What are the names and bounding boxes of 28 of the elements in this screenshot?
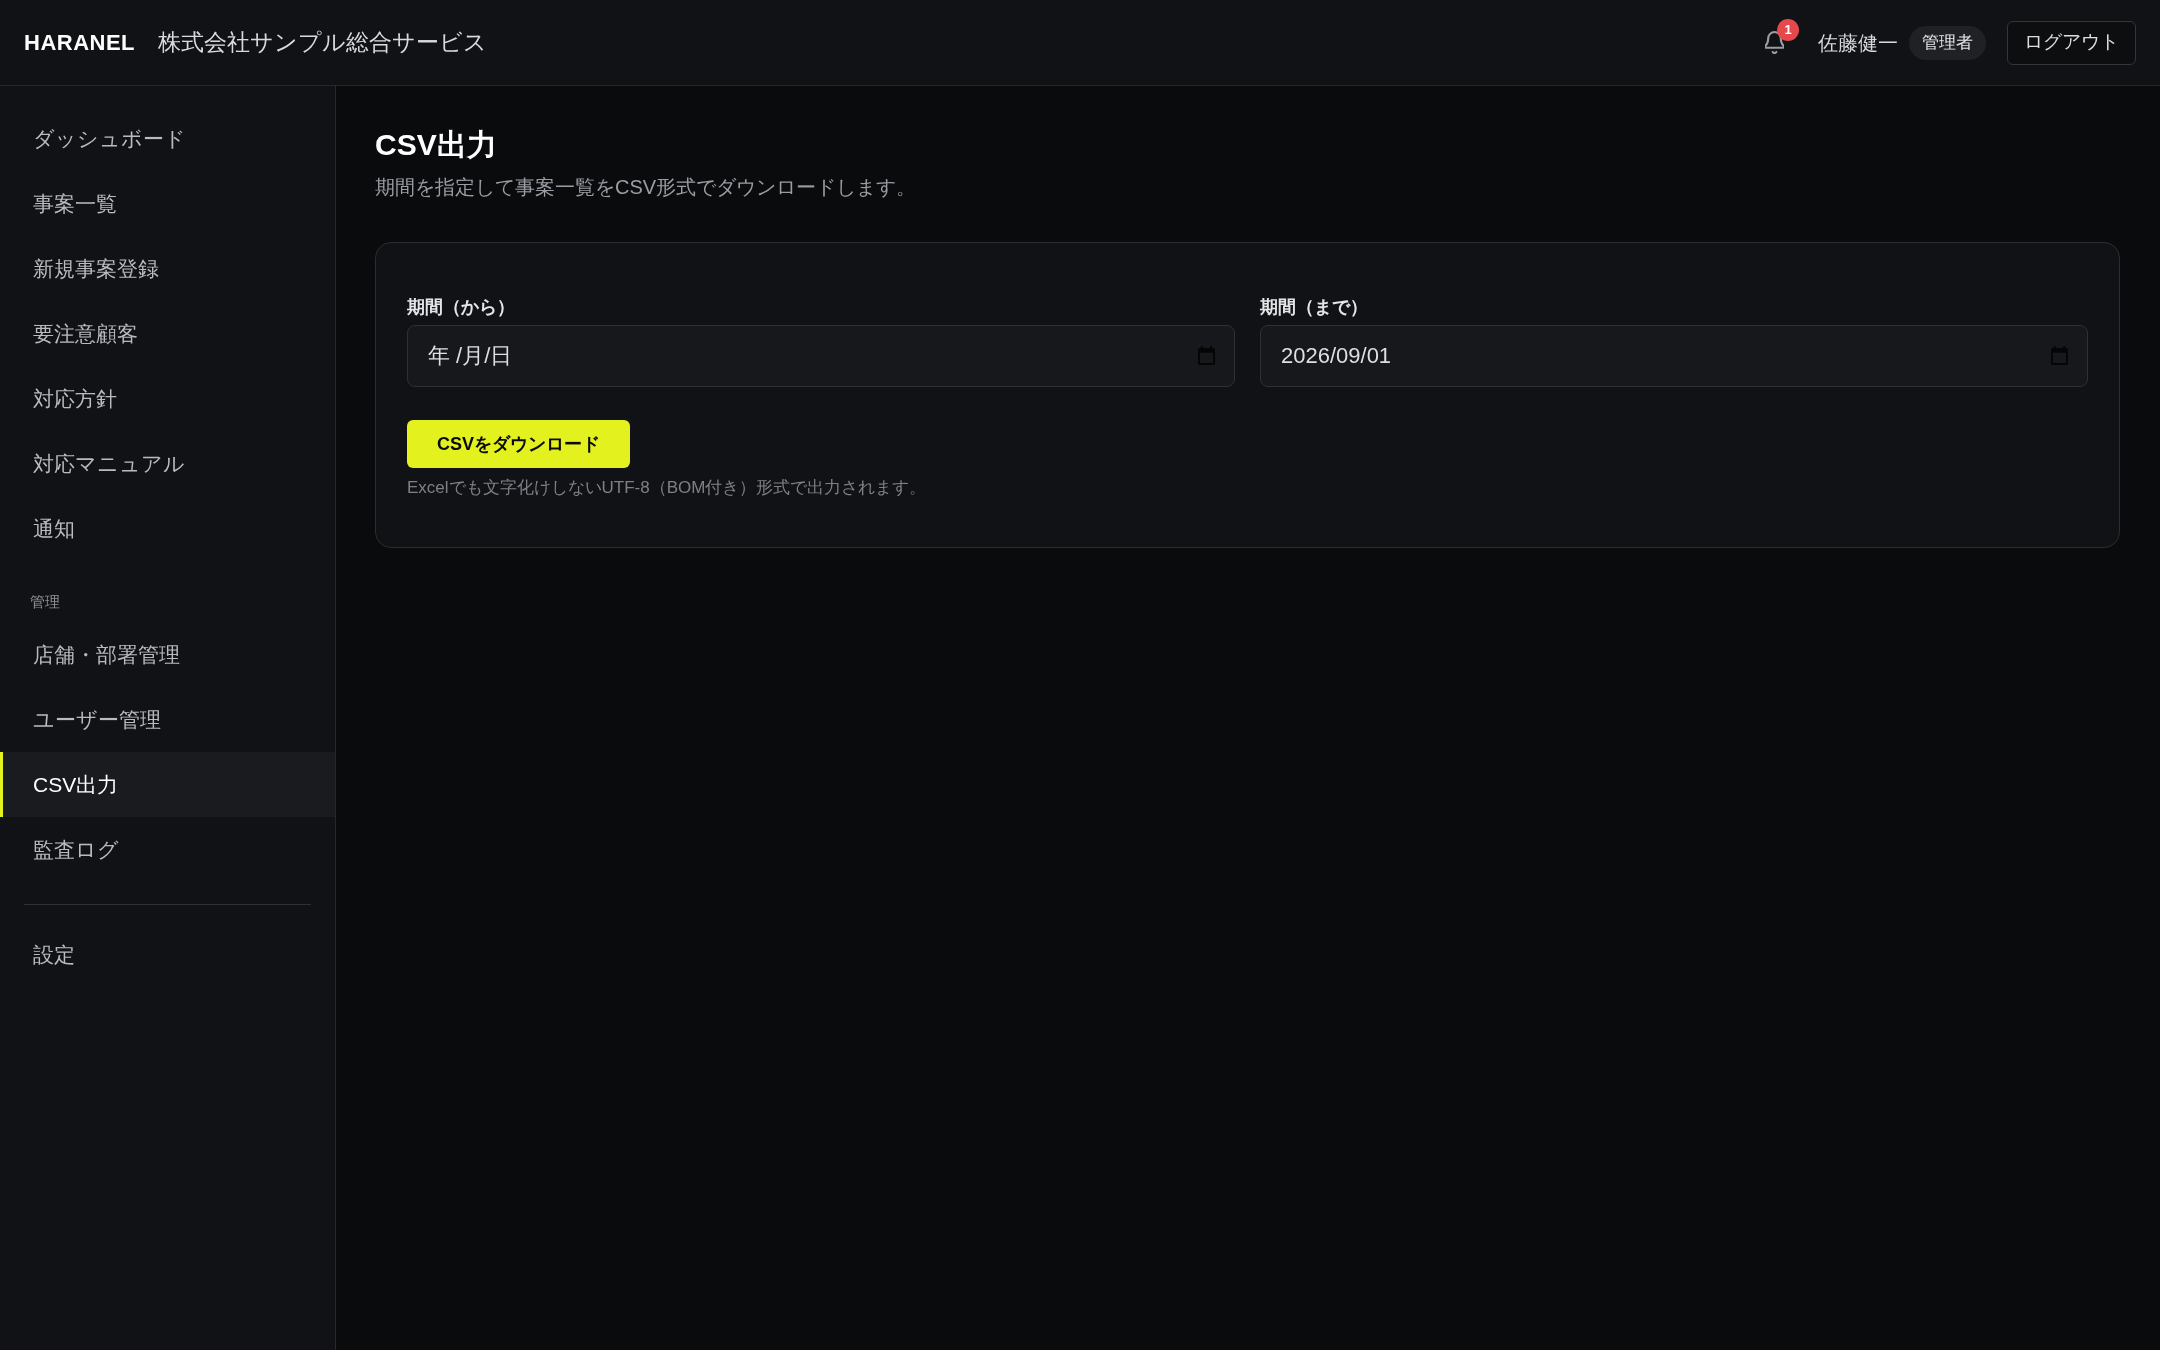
sidebar-section-heading: 管理	[29, 592, 61, 612]
date-field[interactable]: 年 /月/日	[407, 325, 1235, 387]
bell-icon[interactable]	[1765, 31, 1784, 54]
field-label: 期間（から）	[407, 296, 516, 319]
sidebar-item[interactable]: 新規事案登録	[0, 236, 335, 301]
sidebar-item[interactable]: 対応方針	[0, 366, 335, 431]
field-label: 期間（まで）	[1260, 296, 1369, 319]
download-button[interactable]: CSVをダウンロード	[407, 420, 630, 468]
date-field[interactable]: 2026/09/01	[1260, 325, 2088, 387]
sidebar-item[interactable]: CSV出力	[0, 752, 335, 817]
sidebar-item[interactable]: ユーザー管理	[0, 687, 335, 752]
app-logo[interactable]: HARANEL	[24, 26, 136, 59]
sidebar-item[interactable]: 通知	[0, 496, 335, 561]
user-name: 佐藤健一	[1818, 30, 1898, 56]
help-text: Excelでも文字化けしないUTF-8（BOM付き）形式で出力されます。	[407, 477, 928, 499]
sidebar-item[interactable]: 設定	[0, 922, 335, 987]
sidebar-item[interactable]: 対応マニュアル	[0, 431, 335, 496]
sidebar-item[interactable]: 店舗・部署管理	[0, 622, 335, 687]
company-name: 株式会社サンプル総合サービス	[158, 28, 488, 58]
notification-badge: 1	[1777, 19, 1799, 41]
page-subtitle: 期間を指定して事案一覧をCSV形式でダウンロードします。	[375, 175, 918, 200]
sidebar-item[interactable]: 監査ログ	[0, 817, 335, 882]
sidebar-item[interactable]: 要注意顧客	[0, 301, 335, 366]
page-title: CSV出力	[375, 127, 498, 163]
sidebar-item[interactable]: ダッシュボード	[0, 106, 335, 171]
logout-button[interactable]: ログアウト	[2007, 20, 2136, 65]
sidebar-item[interactable]: 事案一覧	[0, 171, 335, 236]
role-badge: 管理者	[1909, 25, 1986, 60]
